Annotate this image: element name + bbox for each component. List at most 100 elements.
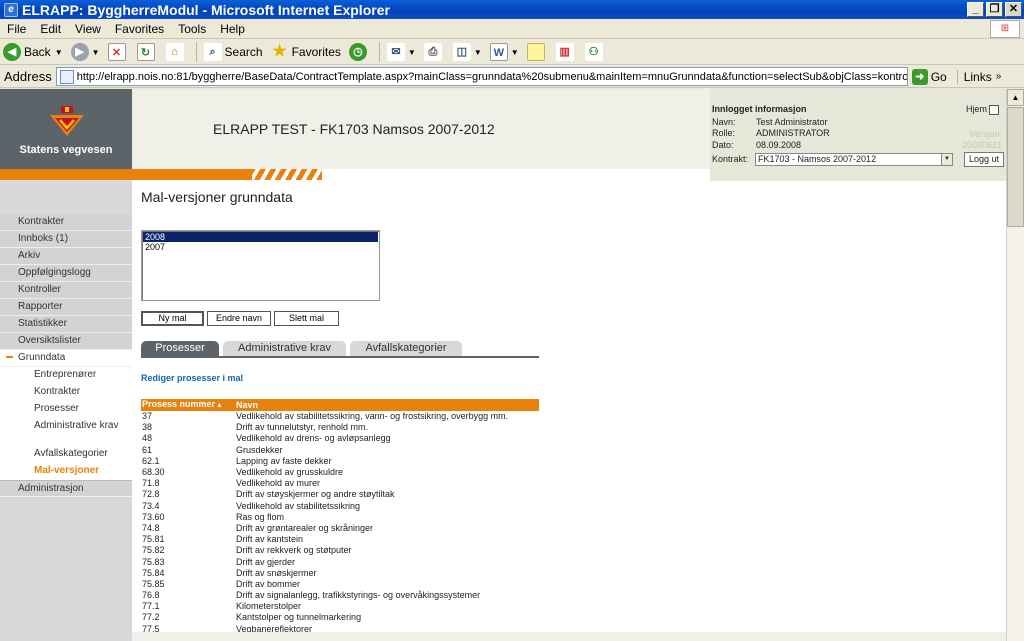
menu-tools[interactable]: Tools (171, 22, 213, 36)
sidebar-subitem-prosesser[interactable]: Prosesser (0, 401, 132, 418)
forward-button[interactable]: ▶ ▼ (68, 41, 103, 63)
back-button[interactable]: ◀ Back ▼ (0, 41, 66, 63)
stop-button[interactable]: ✕ (105, 41, 132, 63)
contract-value: FK1703 - Namsos 2007-2012 (758, 154, 877, 164)
sidebar-item-kontroller[interactable]: Kontroller (0, 282, 132, 299)
favorites-label: Favorites (291, 45, 341, 59)
messenger-button[interactable]: ◫ ▼ (450, 41, 485, 63)
process-number-cell: 75.84 (142, 567, 165, 578)
login-date-row: Dato: 08.09.2008 (712, 140, 801, 150)
sidebar-subitem-avfallskategorier[interactable]: Avfallskategorier (0, 446, 132, 463)
go-label: Go (930, 69, 947, 84)
table-row: 77.1 Kilometerstolper (141, 601, 539, 612)
logout-button[interactable]: Logg ut (964, 152, 1004, 167)
new-template-button[interactable]: Ny mal (141, 311, 204, 326)
version-value: 20080821 (961, 140, 1002, 150)
page-title: Mal-versjoner grunndata (141, 189, 293, 205)
sidebar-item-administrasjon[interactable]: Administrasjon (0, 480, 132, 497)
restore-button[interactable]: ❐ (986, 2, 1003, 17)
note-icon (526, 43, 545, 61)
rename-template-button[interactable]: Endre navn (207, 311, 271, 326)
close-button[interactable]: ✕ (1005, 2, 1022, 17)
stop-icon: ✕ (107, 43, 126, 61)
edit-word-button[interactable]: W ▼ (487, 41, 522, 63)
role-label: Rolle: (712, 128, 736, 138)
sidebar-item-arkiv[interactable]: Arkiv (0, 248, 132, 265)
version-label: Versjon: (969, 129, 1002, 139)
org-logo: Statens vegvesen (0, 89, 132, 169)
forward-arrow-icon: ▶ (70, 43, 89, 61)
chevron-right-icon[interactable]: » (996, 71, 1002, 82)
process-name-cell: Vedlikehold av grusskuldre (236, 467, 344, 478)
tab-avfallskategorier[interactable]: Avfallskategorier (350, 341, 462, 356)
favorites-button[interactable]: ★ Favorites (268, 41, 344, 63)
table-row: 75.83 Drift av gjerder (141, 556, 539, 567)
sidebar-item-oversiktslister[interactable]: Oversiktslister (0, 333, 132, 350)
go-button[interactable]: ➜ Go (911, 68, 947, 85)
sidebar-item-rapporter[interactable]: Rapporter (0, 299, 132, 316)
research-icon: ▥ (555, 43, 574, 61)
accent-stripes (252, 169, 322, 180)
print-button[interactable]: ⎙ (421, 41, 448, 63)
home-icon (989, 104, 1000, 115)
scroll-up-icon[interactable]: ▲ (1007, 89, 1024, 106)
minimize-button[interactable]: _ (967, 2, 984, 17)
research-button[interactable]: ▥ (553, 41, 580, 63)
column-header-process-number[interactable]: Prosess nummer▲ (141, 399, 235, 411)
tab-underline (141, 356, 539, 358)
search-button[interactable]: ⌕ Search (201, 41, 266, 63)
process-number-cell: 48 (142, 433, 153, 444)
menu-file[interactable]: File (0, 22, 33, 36)
table-row: 77.2 Kantstolper og tunnelmarkering (141, 612, 539, 623)
delete-template-button[interactable]: Slett mal (274, 311, 339, 326)
sidebar-item-oppfolgingslogg[interactable]: Oppfølgingslogg (0, 265, 132, 282)
sidebar-subitem-mal-versjoner[interactable]: Mal-versjoner (0, 463, 132, 480)
edit-processes-link[interactable]: Rediger prosesser i mal (141, 373, 243, 383)
sidebar-subitem-entreprenorer[interactable]: Entreprenører (0, 367, 132, 384)
chevron-down-icon: ▼ (91, 47, 100, 57)
msn-button[interactable]: ⚇ (582, 41, 609, 63)
tab-administrative-krav[interactable]: Administrative krav (223, 341, 346, 356)
sidebar-subitem-administrative-krav[interactable]: Administrative krav (0, 418, 132, 446)
mail-button[interactable]: ✉ ▼ (384, 41, 419, 63)
history-icon: ◷ (348, 43, 367, 61)
sidebar-item-grunndata[interactable]: Grunndata (0, 350, 132, 367)
scroll-thumb[interactable] (1007, 107, 1024, 227)
process-number-cell: 38 (142, 422, 153, 433)
tab-prosesser[interactable]: Prosesser (141, 341, 219, 356)
menu-favorites[interactable]: Favorites (108, 22, 171, 36)
address-input[interactable]: http://elrapp.nois.no:81/byggherre/BaseD… (55, 67, 908, 86)
sidebar-item-kontrakter[interactable]: Kontrakter (0, 214, 132, 231)
version-listbox[interactable]: 2008 2007 (141, 230, 380, 301)
menu-edit[interactable]: Edit (33, 22, 68, 36)
chevron-down-icon: ▼ (407, 47, 416, 57)
table-row: 38 Drift av tunnelutstyr, renhold mm. (141, 422, 539, 433)
home-button[interactable]: ⌂ (163, 41, 190, 63)
sidebar-item-innboks[interactable]: Innboks (1) (0, 231, 132, 248)
table-row: 75.84 Drift av snøskjermer (141, 568, 539, 579)
version-option[interactable]: 2007 (143, 242, 378, 252)
date-label: Dato: (712, 140, 734, 150)
menu-view[interactable]: View (68, 22, 108, 36)
user-name: Test Administrator (756, 117, 828, 127)
version-info: Versjon: 20080821 (960, 129, 1002, 151)
links-button[interactable]: Links (956, 69, 992, 84)
sidebar-item-statistikker[interactable]: Statistikker (0, 316, 132, 333)
column-header-name[interactable]: Navn (235, 399, 539, 411)
note-button[interactable] (524, 41, 551, 63)
process-name-cell: Kantstolper og tunnelmarkering (236, 612, 362, 623)
menu-help[interactable]: Help (213, 22, 252, 36)
version-option[interactable]: 2008 (143, 232, 378, 242)
word-icon: W (489, 43, 508, 61)
sidebar-subitem-kontrakter[interactable]: Kontrakter (0, 384, 132, 401)
process-number-cell: 77.2 (142, 612, 160, 623)
refresh-button[interactable]: ↻ (134, 41, 161, 63)
process-name-cell: Ras og flom (236, 511, 285, 522)
home-link[interactable]: Hjem (966, 104, 1000, 115)
contract-select[interactable]: FK1703 - Namsos 2007-2012 ▼ (755, 153, 953, 166)
process-number-cell: 75.81 (142, 534, 165, 545)
vertical-scrollbar[interactable]: ▲ (1006, 89, 1024, 641)
page-icon (59, 69, 74, 84)
title-bar: e ELRAPP: ByggherreModul - Microsoft Int… (0, 0, 1024, 19)
history-button[interactable]: ◷ (346, 41, 373, 63)
